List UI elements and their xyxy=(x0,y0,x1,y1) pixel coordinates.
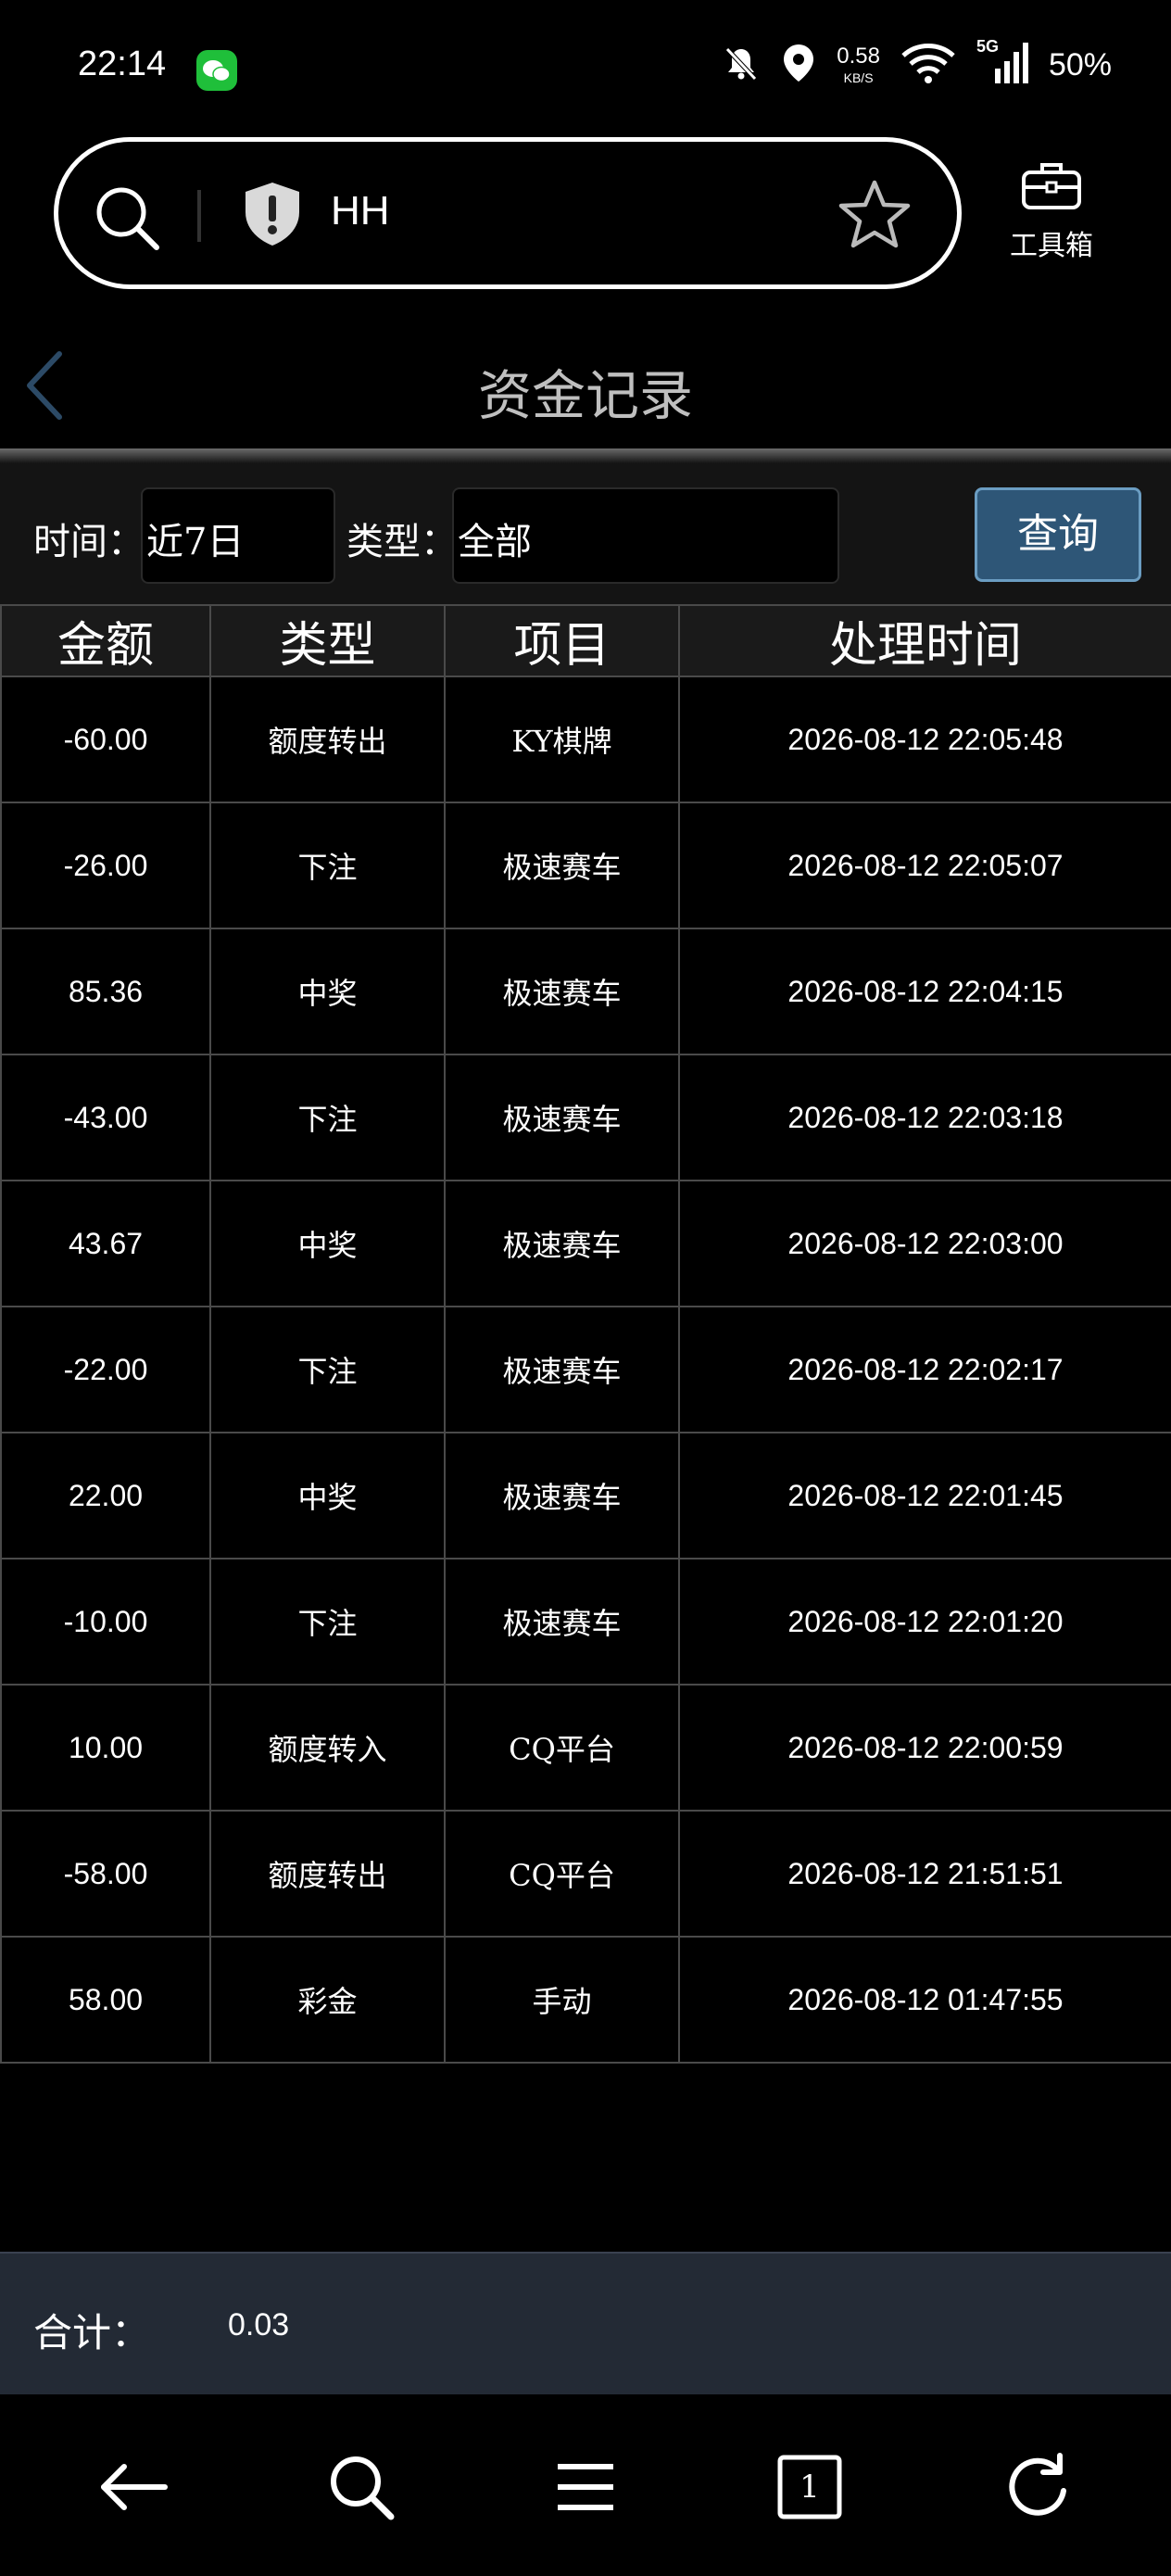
time-cell: 2026-08-12 22:05:07 xyxy=(678,802,1171,929)
type-cell: 下注 xyxy=(209,802,446,929)
time-cell: 2026-08-12 22:01:45 xyxy=(678,1432,1171,1559)
time-cell: 2026-08-12 22:04:15 xyxy=(678,928,1171,1055)
project-cell: CQ平台 xyxy=(444,1684,680,1812)
signal-icon: 5G xyxy=(976,37,1028,89)
project-cell: 极速赛车 xyxy=(444,1558,680,1686)
project-cell: 极速赛车 xyxy=(444,1306,680,1433)
wifi-icon xyxy=(900,43,956,87)
column-header-amount: 金额 xyxy=(0,604,211,677)
total-bar: 合计： 0.03 xyxy=(0,2252,1171,2394)
mute-bell-icon xyxy=(722,44,761,86)
back-arrow-icon[interactable] xyxy=(96,2450,170,2524)
type-cell: 中奖 xyxy=(209,1432,446,1559)
type-cell: 下注 xyxy=(209,1306,446,1433)
project-cell: CQ平台 xyxy=(444,1810,680,1938)
toolbox-button[interactable]: 工具箱 xyxy=(1001,159,1102,263)
column-header-project: 项目 xyxy=(444,604,680,677)
star-icon[interactable] xyxy=(838,179,911,253)
table-row: -10.00 下注 极速赛车 2026-08-12 22:01:20 xyxy=(0,1558,1171,1686)
amount-cell: -10.00 xyxy=(0,1558,211,1686)
type-cell: 中奖 xyxy=(209,1180,446,1307)
amount-cell: 10.00 xyxy=(0,1684,211,1812)
project-cell: 极速赛车 xyxy=(444,1180,680,1307)
type-cell: 彩金 xyxy=(209,1936,446,2064)
amount-cell: -58.00 xyxy=(0,1810,211,1938)
amount-cell: -26.00 xyxy=(0,802,211,929)
address-divider xyxy=(197,190,201,242)
page-title: 资金记录 xyxy=(477,364,693,427)
time-cell: 2026-08-12 22:05:48 xyxy=(678,676,1171,803)
table-row: -43.00 下注 极速赛车 2026-08-12 22:03:18 xyxy=(0,1054,1171,1181)
time-filter-select[interactable]: 近7日 xyxy=(141,487,335,584)
tabs-icon[interactable]: 1 xyxy=(773,2450,847,2524)
address-bar[interactable]: HH xyxy=(54,137,962,289)
time-cell: 2026-08-12 22:01:20 xyxy=(678,1558,1171,1686)
time-cell: 2026-08-12 01:47:55 xyxy=(678,1936,1171,2064)
table-row: -26.00 下注 极速赛车 2026-08-12 22:05:07 xyxy=(0,802,1171,929)
toolbox-icon xyxy=(1020,163,1083,215)
network-type: 5G xyxy=(976,37,999,56)
search-icon[interactable] xyxy=(324,2450,398,2524)
status-time: 22:14 xyxy=(78,44,167,83)
type-cell: 中奖 xyxy=(209,928,446,1055)
wechat-icon xyxy=(196,50,237,91)
type-filter-label: 类型： xyxy=(346,521,458,563)
header-divider xyxy=(0,448,1171,463)
table-row: 22.00 中奖 极速赛车 2026-08-12 22:01:45 xyxy=(0,1432,1171,1559)
time-cell: 2026-08-12 21:51:51 xyxy=(678,1810,1171,1938)
time-cell: 2026-08-12 22:03:18 xyxy=(678,1054,1171,1181)
table-row: 58.00 彩金 手动 2026-08-12 01:47:55 xyxy=(0,1936,1171,2064)
type-cell: 下注 xyxy=(209,1054,446,1181)
column-header-time: 处理时间 xyxy=(678,604,1171,677)
table-row: 10.00 额度转入 CQ平台 2026-08-12 22:00:59 xyxy=(0,1684,1171,1812)
bottom-navigation: 1 xyxy=(0,2394,1171,2576)
net-speed: 0.58 KB/S xyxy=(837,44,880,85)
table-row: -22.00 下注 极速赛车 2026-08-12 22:02:17 xyxy=(0,1306,1171,1433)
time-cell: 2026-08-12 22:02:17 xyxy=(678,1306,1171,1433)
battery-level: 50% xyxy=(1048,46,1112,82)
address-text[interactable]: HH xyxy=(331,188,390,234)
type-cell: 额度转入 xyxy=(209,1684,446,1812)
amount-cell: -43.00 xyxy=(0,1054,211,1181)
time-cell: 2026-08-12 22:03:00 xyxy=(678,1180,1171,1307)
total-label: 合计： xyxy=(33,2310,151,2355)
amount-cell: -60.00 xyxy=(0,676,211,803)
amount-cell: 58.00 xyxy=(0,1936,211,2064)
amount-cell: 22.00 xyxy=(0,1432,211,1559)
table-row: -58.00 额度转出 CQ平台 2026-08-12 21:51:51 xyxy=(0,1810,1171,1938)
query-button[interactable]: 查询 xyxy=(975,487,1141,582)
amount-cell: 43.67 xyxy=(0,1180,211,1307)
project-cell: 极速赛车 xyxy=(444,1054,680,1181)
column-header-type: 类型 xyxy=(209,604,446,677)
project-cell: 极速赛车 xyxy=(444,928,680,1055)
location-icon xyxy=(781,43,816,87)
shield-icon[interactable] xyxy=(240,179,305,253)
project-cell: 极速赛车 xyxy=(444,802,680,929)
search-icon[interactable] xyxy=(92,183,162,257)
amount-cell: -22.00 xyxy=(0,1306,211,1433)
toolbox-label: 工具箱 xyxy=(1010,230,1093,262)
amount-cell: 85.36 xyxy=(0,928,211,1055)
type-cell: 下注 xyxy=(209,1558,446,1686)
table-row: 43.67 中奖 极速赛车 2026-08-12 22:03:00 xyxy=(0,1180,1171,1307)
table-header-row: 金额 类型 项目 处理时间 xyxy=(0,604,1171,677)
refresh-icon[interactable] xyxy=(1001,2450,1075,2524)
time-cell: 2026-08-12 22:00:59 xyxy=(678,1684,1171,1812)
total-value: 0.03 xyxy=(228,2307,290,2342)
status-bar: 22:14 0.58 KB/S 5G 50% xyxy=(0,0,1171,130)
fund-records-table: 金额 类型 项目 处理时间 -60.00 额度转出 KY棋牌 2026-08-12 2… xyxy=(0,604,1171,2064)
menu-icon[interactable] xyxy=(548,2450,623,2524)
filter-bar: 时间： 近7日 类型： 全部 查询 xyxy=(0,463,1171,604)
tab-count: 1 xyxy=(800,2469,820,2506)
project-cell: 极速赛车 xyxy=(444,1432,680,1559)
type-cell: 额度转出 xyxy=(209,1810,446,1938)
project-cell: 手动 xyxy=(444,1936,680,2064)
project-cell: KY棋牌 xyxy=(444,676,680,803)
table-row: -60.00 额度转出 KY棋牌 2026-08-12 22:05:48 xyxy=(0,676,1171,803)
page-header: 资金记录 xyxy=(0,315,1171,445)
table-row: 85.36 中奖 极速赛车 2026-08-12 22:04:15 xyxy=(0,928,1171,1055)
time-filter-label: 时间： xyxy=(33,521,145,563)
type-cell: 额度转出 xyxy=(209,676,446,803)
type-filter-select[interactable]: 全部 xyxy=(452,487,839,584)
